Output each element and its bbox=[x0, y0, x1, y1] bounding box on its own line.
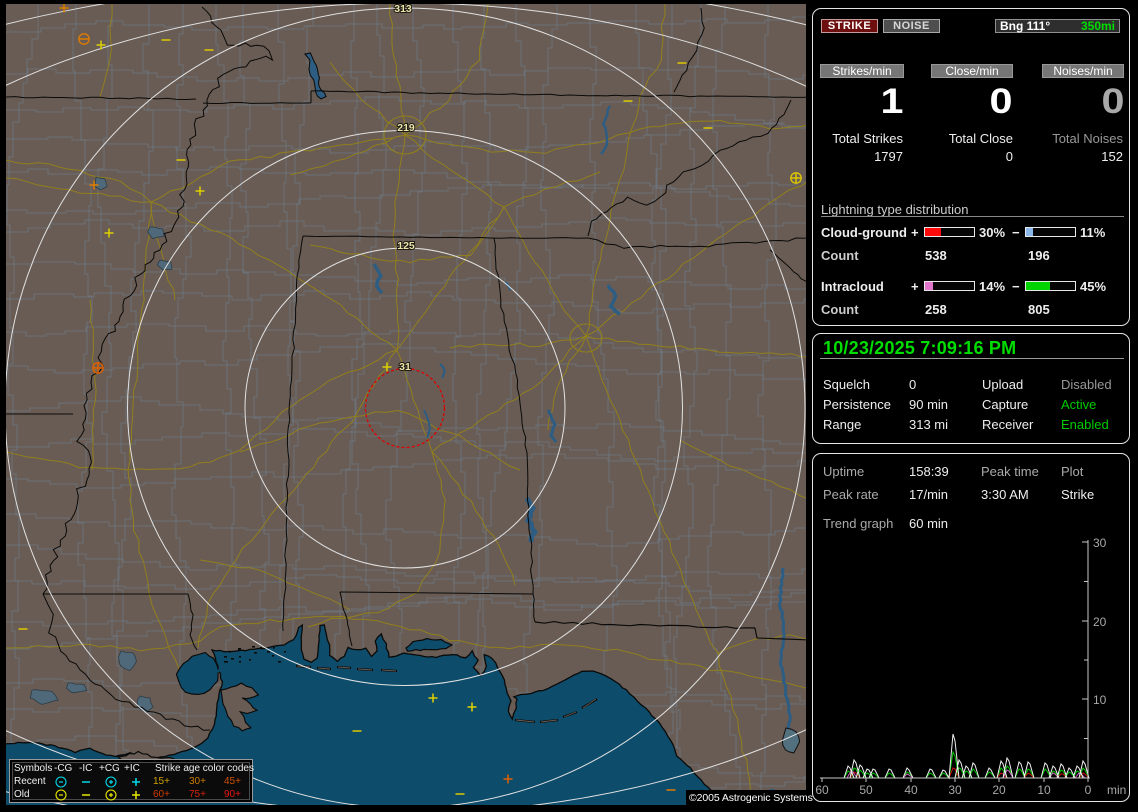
svg-text:50: 50 bbox=[859, 783, 873, 797]
svg-text:0: 0 bbox=[1085, 783, 1092, 797]
svg-text:30: 30 bbox=[1093, 536, 1107, 550]
svg-text:30: 30 bbox=[948, 783, 962, 797]
svg-text:20: 20 bbox=[992, 783, 1006, 797]
svg-text:219: 219 bbox=[397, 122, 415, 134]
svg-text:60: 60 bbox=[815, 783, 829, 797]
svg-text:313: 313 bbox=[394, 4, 412, 15]
svg-text:40: 40 bbox=[904, 783, 918, 797]
svg-text:20: 20 bbox=[1093, 615, 1107, 629]
svg-text:125: 125 bbox=[397, 240, 415, 252]
svg-text:10: 10 bbox=[1037, 783, 1051, 797]
svg-text:min: min bbox=[1107, 783, 1126, 797]
svg-text:10: 10 bbox=[1093, 693, 1107, 707]
svg-text:31: 31 bbox=[399, 361, 411, 373]
